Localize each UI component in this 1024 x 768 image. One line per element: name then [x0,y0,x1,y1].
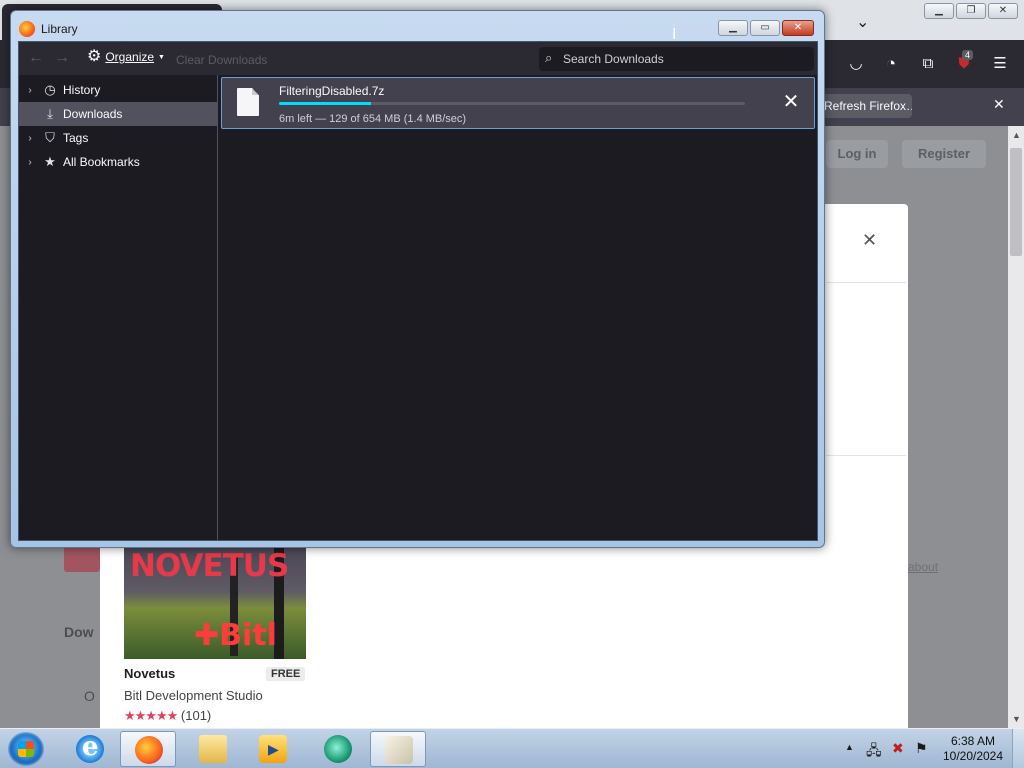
network-icon[interactable]: 🖧 [866,740,882,764]
sidebar-item-label: History [63,83,101,97]
sidebar-item-label: Tags [63,131,89,145]
scroll-down-arrow-icon[interactable]: ▼ [1012,714,1021,724]
library-window: Library ▁ ▭ ✕ ← → ⚙ Organize ▼ Clear Dow… [10,10,825,548]
volume-muted-icon[interactable]: ✖ [892,740,904,757]
game-thumbnail[interactable]: NOVETUS ✚Bitl [124,546,306,659]
register-button[interactable]: Register [902,140,986,168]
download-status: 6m left — 129 of 654 MB (1.4 MB/sec) [279,113,467,125]
download-progress-fill [279,102,371,105]
expand-chevron-icon[interactable]: › [19,133,41,144]
tag-icon: ⛉ [45,130,55,145]
list-all-tabs-icon[interactable]: ⌄ [856,12,869,32]
restore-button[interactable]: ❐ [956,3,986,19]
clock-time: 6:38 AM [950,734,996,748]
download-filename: FilteringDisabled.7z [279,84,385,98]
price-badge: FREE [266,667,306,681]
expand-chevron-icon[interactable]: › [19,157,41,168]
modal-close-icon[interactable]: ✕ [862,230,877,251]
library-toolbar: ← → ⚙ Organize ▼ Clear Downloads ⌕ [19,42,817,75]
start-button[interactable] [8,732,44,766]
file-icon [237,88,259,116]
modal-divider [826,455,906,456]
game-rating: ★★★★★ (101) [124,708,211,724]
sidebar-item-label: All Bookmarks [63,155,140,169]
expand-chevron-icon[interactable]: › [19,85,41,96]
clear-downloads-button[interactable]: Clear Downloads [176,53,267,67]
menu-icon[interactable]: ☰ [991,55,1009,73]
link-partial[interactable]: about [908,560,938,574]
gear-icon: ⚙ [87,48,102,65]
sidebar-item-tags[interactable]: › ⛉ Tags [19,126,218,150]
notification-close-icon[interactable]: ✕ [993,96,1005,113]
library-client-area: ← → ⚙ Organize ▼ Clear Downloads ⌕ › ◷ H… [18,41,818,541]
refresh-firefox-button[interactable]: Refresh Firefox… [818,94,912,118]
sidebar-item-label: Downloads [63,107,123,121]
scroll-up-arrow-icon[interactable]: ▲ [1012,130,1021,140]
taskbar-explorer[interactable] [185,731,241,767]
back-arrow-icon[interactable]: ← [28,49,44,67]
game-developer[interactable]: Bitl Development Studio [124,688,263,703]
folder-icon [199,735,227,763]
firefox-icon [135,736,163,764]
dropdown-caret-icon: ▼ [158,53,165,61]
paint-icon [385,736,413,764]
search-icon: ⌕ [545,50,553,65]
library-window-controls: ▁ ▭ ✕ [718,20,814,36]
sidebar-item-history[interactable]: › ◷ History [19,78,218,102]
browser-window-controls: ▁ ❐ ✕ [924,3,1018,19]
text-cursor-icon: I [672,25,677,43]
internet-explorer-icon [76,732,104,763]
sidebar-item-downloads[interactable]: ⤓ Downloads [19,102,218,126]
clock[interactable]: 6:38 AM 10/20/2024 [940,734,1006,764]
clock-icon: ◷ [44,82,56,97]
clock-date: 10/20/2024 [942,749,1004,763]
sidebar-item-all-bookmarks[interactable]: › ★ All Bookmarks [19,150,218,174]
section-heading-partial: Dow [64,624,94,640]
minimize-button[interactable]: ▁ [718,20,748,36]
taskbar-firefox[interactable] [120,731,176,767]
login-button[interactable]: Log in [826,140,888,168]
pocket-icon[interactable]: ◡ [847,55,865,73]
window-title: Library [41,22,78,36]
forward-arrow-icon[interactable]: → [54,49,70,67]
minimize-button[interactable]: ▁ [924,3,954,19]
taskbar-internet-explorer[interactable] [62,731,118,767]
download-button-partial[interactable] [64,544,100,572]
thumbnail-logo: ✚Bitl [194,618,277,653]
thumbnail-title: NOVETUS [130,548,289,584]
modal-divider [826,282,906,283]
organize-label: Organize [105,50,155,64]
close-button[interactable]: ✕ [782,20,814,36]
taskbar-media-player[interactable] [245,731,301,767]
rating-count: (101) [180,708,212,723]
maximize-button[interactable]: ▭ [750,20,780,36]
extensions-icon[interactable]: ⧉ [919,55,937,73]
game-title[interactable]: Novetus [124,666,175,681]
text-partial: O [84,688,95,704]
downloads-list: FilteringDisabled.7z 6m left — 129 of 65… [219,75,817,540]
extension-badge: 4 [962,50,974,60]
media-player-icon [259,735,287,763]
organize-button[interactable]: ⚙ Organize ▼ [87,48,165,65]
library-sidebar: › ◷ History ⤓ Downloads › ⛉ Tags › ★ All… [19,75,218,540]
action-center-flag-icon[interactable]: ⚑ [915,740,928,757]
download-item[interactable]: FilteringDisabled.7z 6m left — 129 of 65… [221,77,815,129]
download-icon: ⤓ [47,106,53,121]
firefox-icon [19,21,35,37]
show-hidden-icons-icon[interactable]: ▲ [845,742,854,752]
taskbar: ▲ 🖧 ✖ ⚑ 6:38 AM 10/20/2024 [0,728,1024,768]
cancel-download-button[interactable]: ✕ [779,90,803,114]
star-rating-icon: ★★★★★ [124,708,178,723]
app-icon [324,735,352,763]
search-input[interactable] [563,50,803,68]
taskbar-paint[interactable] [370,731,426,767]
star-icon: ★ [44,154,56,169]
scrollbar-thumb[interactable] [1010,148,1022,256]
taskbar-app[interactable] [310,731,366,767]
show-desktop-button[interactable] [1012,729,1024,768]
search-box[interactable]: ⌕ [539,47,814,71]
sync-icon[interactable]: ◔ [882,55,900,73]
download-progress-bar [279,102,745,105]
close-button[interactable]: ✕ [988,3,1018,19]
